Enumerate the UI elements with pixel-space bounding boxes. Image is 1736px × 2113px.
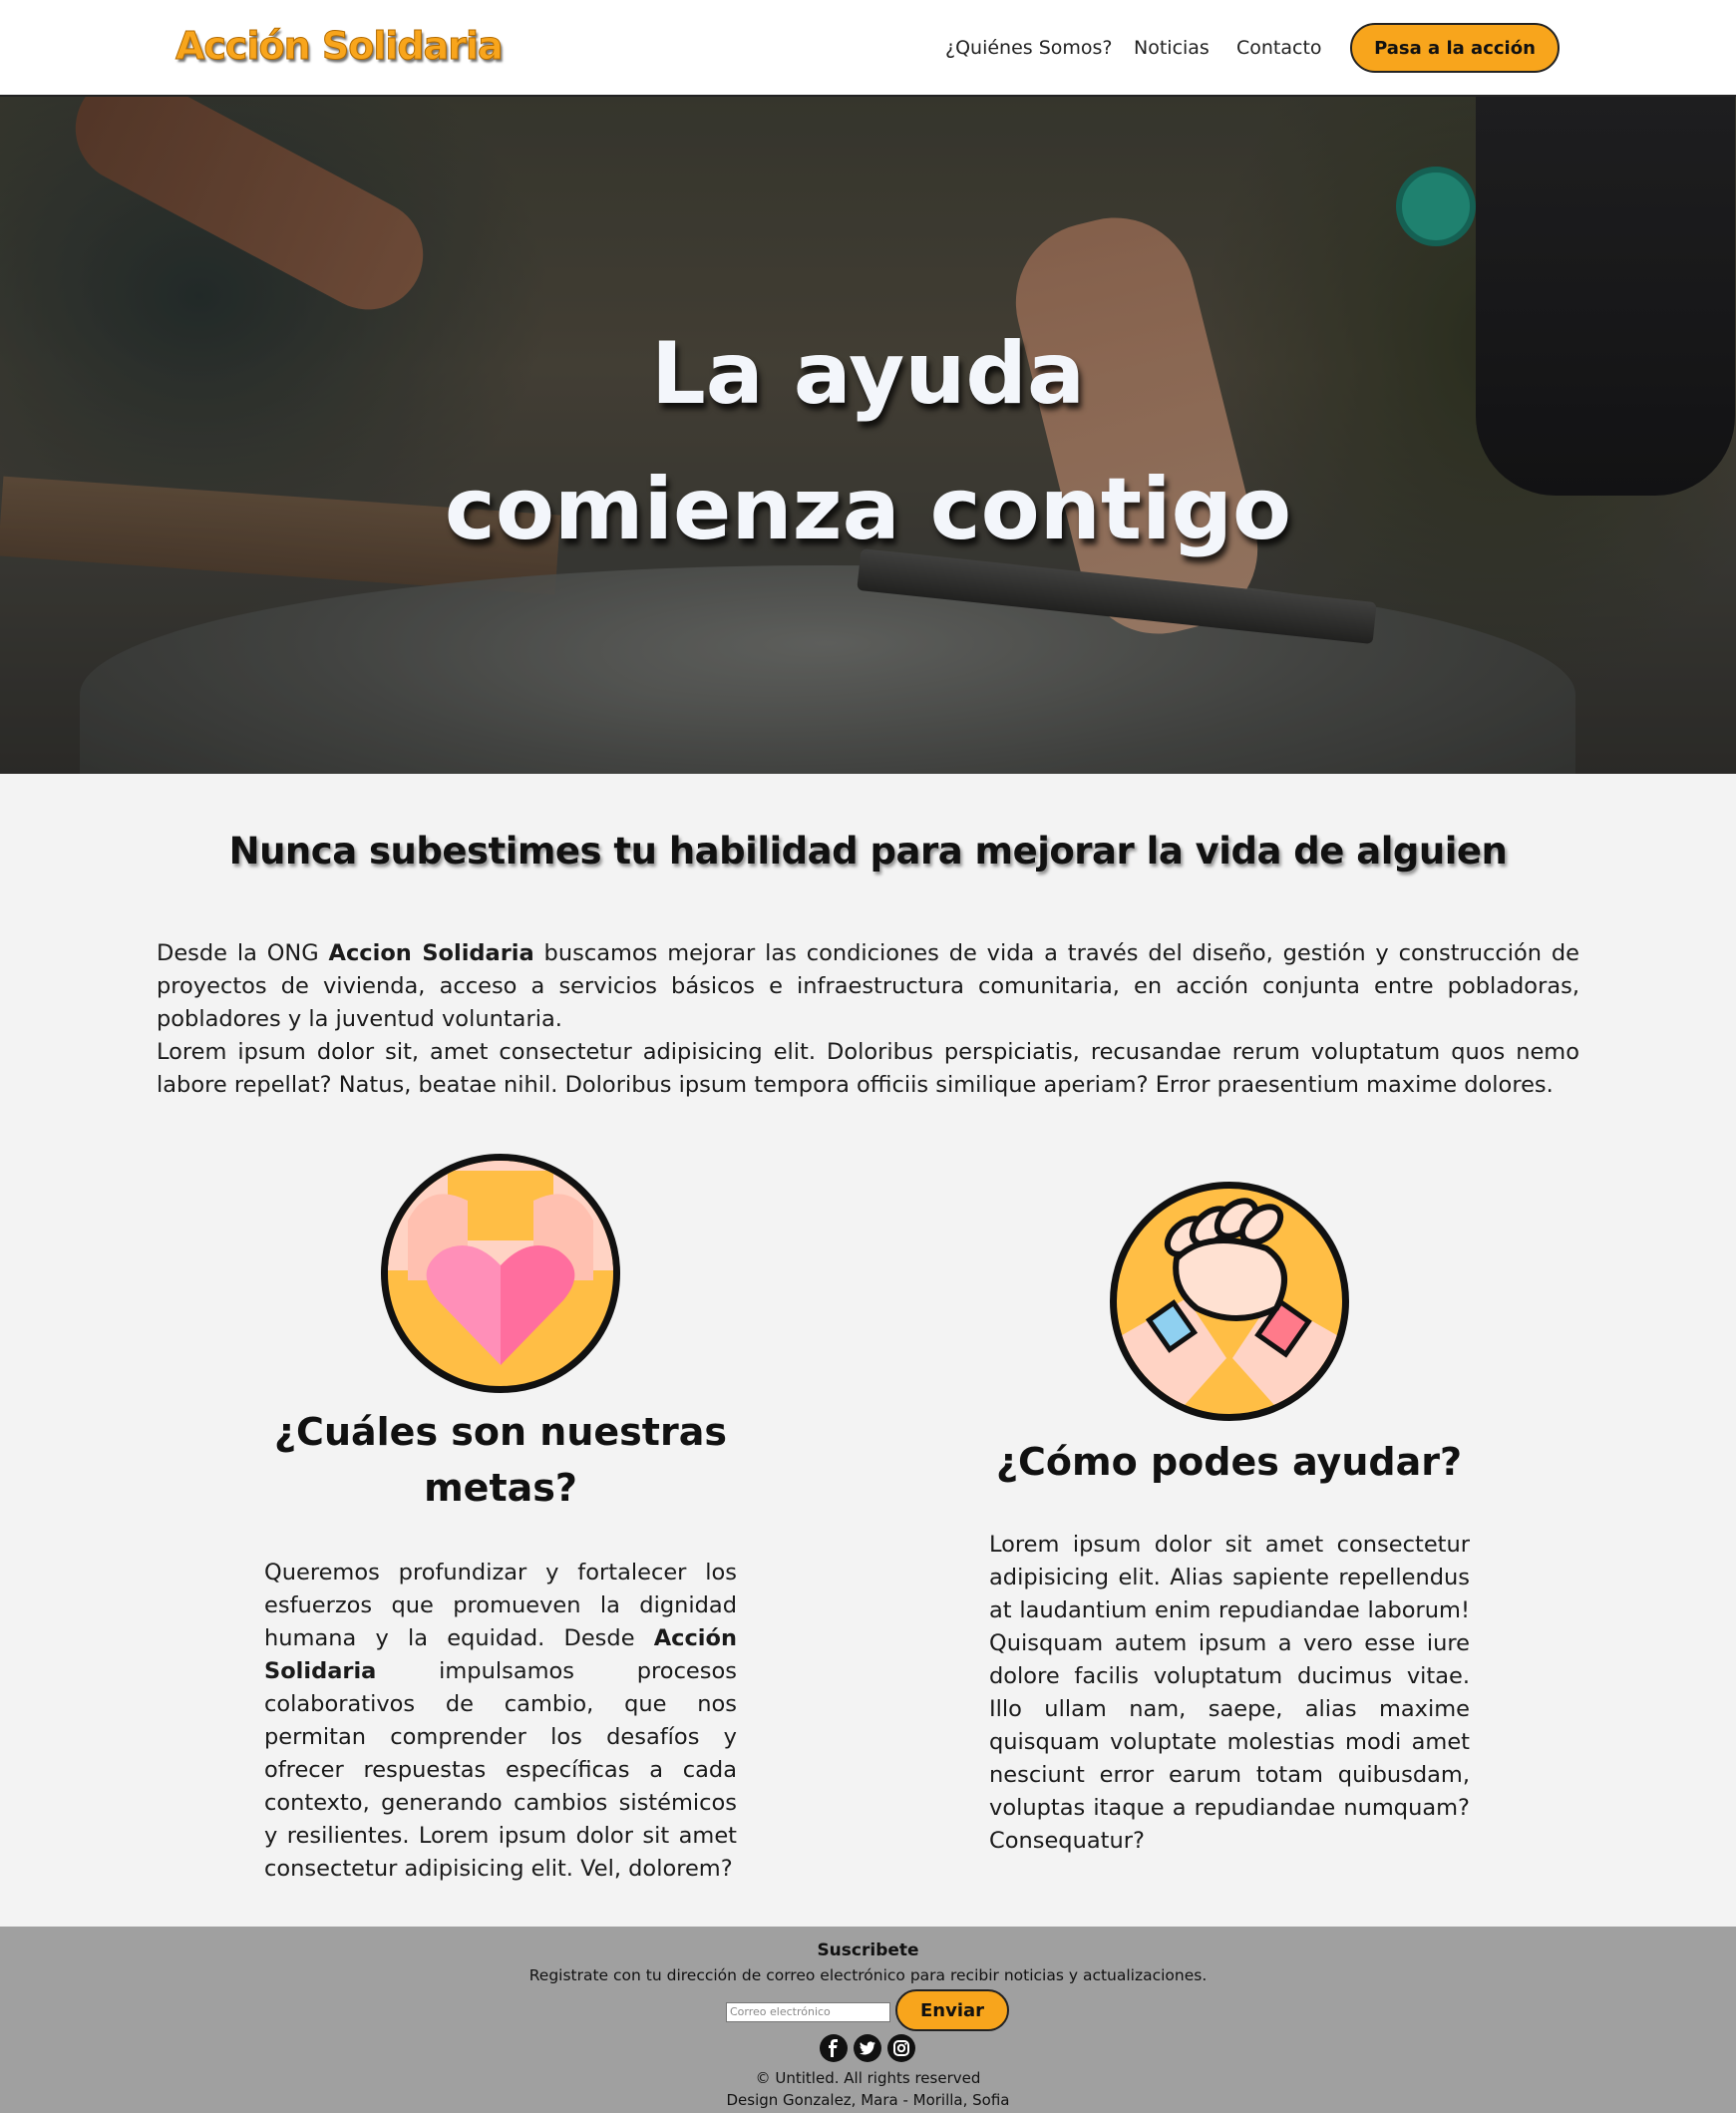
- subscribe-title: Suscribete: [817, 1940, 919, 1960]
- nav-link-quienes-somos[interactable]: ¿Quiénes Somos?: [945, 37, 1113, 59]
- nav-link-contacto[interactable]: Contacto: [1236, 37, 1322, 59]
- intro-paragraph-2: Lorem ipsum dolor sit, amet consectetur …: [157, 1039, 1579, 1098]
- help-title: ¿Cómo podes ayudar?: [995, 1440, 1463, 1484]
- goals-body: Queremos profundizar y fortalecer los es…: [264, 1557, 737, 1886]
- hero-banner: La ayuda comienza contigo: [0, 97, 1736, 774]
- hero-title: La ayuda comienza contigo: [0, 306, 1736, 577]
- instagram-icon[interactable]: [887, 2034, 915, 2062]
- goals-section: ¿Cuáles son nuestras metas?: [251, 1404, 750, 1516]
- site-logo[interactable]: Acción Solidaria: [175, 24, 505, 69]
- goals-title: ¿Cuáles son nuestras metas?: [274, 1410, 727, 1510]
- help-body: Lorem ipsum dolor sit amet consectetur a…: [989, 1529, 1470, 1858]
- nav-link-noticias[interactable]: Noticias: [1134, 37, 1210, 59]
- heart-hands-icon: [381, 1154, 620, 1393]
- handshake-icon: [1110, 1182, 1349, 1421]
- help-section: ¿Cómo podes ayudar?: [987, 1434, 1471, 1490]
- site-footer: Suscribete Registrate con tu dirección d…: [0, 1927, 1736, 2113]
- design-credit: Design Gonzalez, Mara - Morilla, Sofia: [726, 2091, 1010, 2109]
- facebook-icon[interactable]: [820, 2034, 848, 2062]
- copyright: © Untitled. All rights reserved: [755, 2069, 981, 2087]
- org-name: Accion Solidaria: [328, 940, 534, 966]
- section-tagline: Nunca subestimes tu habilidad para mejor…: [228, 830, 1508, 873]
- hero-title-line-2: comienza contigo: [444, 460, 1292, 559]
- goals-text: Queremos profundizar y fortalecer los es…: [264, 1560, 737, 1882]
- intro-paragraph-1: Desde la ONG Accion Solidaria buscamos m…: [157, 940, 1580, 1032]
- twitter-icon[interactable]: [854, 2034, 881, 2062]
- send-button[interactable]: Enviar: [895, 1989, 1009, 2031]
- cta-button[interactable]: Pasa a la acción: [1350, 23, 1560, 73]
- subscribe-text: Registrate con tu dirección de correo el…: [528, 1966, 1208, 1984]
- email-input[interactable]: Correo electrónico: [726, 2002, 890, 2022]
- intro-text: Desde la ONG Accion Solidaria buscamos m…: [157, 937, 1579, 1102]
- help-text: Lorem ipsum dolor sit amet consectetur a…: [989, 1532, 1470, 1854]
- site-header: Acción Solidaria ¿Quiénes Somos? Noticia…: [0, 0, 1736, 97]
- social-links: [820, 2034, 915, 2062]
- hero-title-line-1: La ayuda: [650, 324, 1086, 424]
